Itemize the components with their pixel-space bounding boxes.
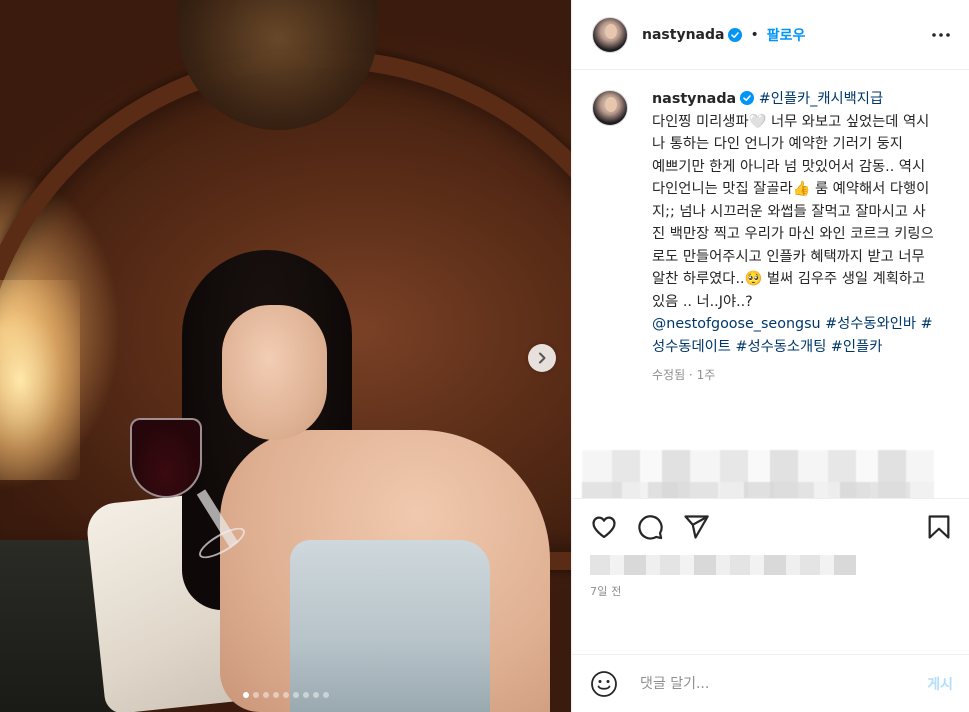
carousel-dot <box>282 692 289 698</box>
instagram-post: nastynada • 팔로우 nastynada #인플카_캐시백지급 다인찡… <box>0 0 969 712</box>
header-separator: • <box>750 26 759 43</box>
more-options-button[interactable] <box>929 23 953 47</box>
verified-badge-icon <box>740 91 755 105</box>
caption-avatar[interactable] <box>592 90 628 126</box>
caption-body-text: 다인찡 미리생파🤍 너무 와보고 싶었는데 역시나 통하는 다인 언니가 예약한… <box>652 113 934 310</box>
verified-badge-icon <box>728 27 743 42</box>
carousel-next-button[interactable] <box>528 344 556 372</box>
post-photo[interactable] <box>0 0 571 712</box>
blurred-likes <box>590 555 856 575</box>
mention-link[interactable]: @nestofgoose_seongsu <box>652 316 821 332</box>
emoji-icon <box>591 670 617 697</box>
carousel-dot <box>302 692 309 698</box>
blurred-comments-row <box>582 482 934 498</box>
carousel-dot <box>322 692 329 698</box>
avatar[interactable] <box>592 16 628 53</box>
username-link[interactable]: nastynada <box>642 27 724 43</box>
share-button[interactable] <box>682 513 710 541</box>
photo-face <box>222 305 327 440</box>
post-actions-section: 7일 전 <box>572 498 969 654</box>
carousel-dot <box>242 692 249 698</box>
carousel-dots <box>0 692 571 698</box>
comment-icon <box>638 515 663 540</box>
hashtag-link[interactable]: #인플카 <box>831 339 882 355</box>
hashtag-link[interactable]: #인플카_캐시백지급 <box>759 91 883 107</box>
caption-username[interactable]: nastynada <box>652 91 736 107</box>
like-button[interactable] <box>590 513 618 541</box>
caption-area: nastynada #인플카_캐시백지급 다인찡 미리생파🤍 너무 와보고 싶었… <box>572 70 969 498</box>
post-header: nastynada • 팔로우 <box>572 0 969 70</box>
carousel-dot <box>262 692 269 698</box>
heart-icon <box>592 516 616 539</box>
post-side-panel: nastynada • 팔로우 nastynada #인플카_캐시백지급 다인찡… <box>571 0 969 712</box>
post-timestamp[interactable]: 7일 전 <box>590 583 953 599</box>
hashtag-link[interactable]: #성수동와인바 <box>825 316 916 332</box>
bookmark-icon <box>928 515 950 539</box>
more-horizontal-icon <box>932 32 950 37</box>
caption-text: nastynada #인플카_캐시백지급 다인찡 미리생파🤍 너무 와보고 싶었… <box>652 88 934 358</box>
hashtag-link[interactable]: #성수동소개팅 <box>735 339 826 355</box>
carousel-dot <box>312 692 319 698</box>
carousel-dot <box>272 692 279 698</box>
photo-lamp <box>0 280 80 480</box>
photo-wine-glass <box>130 418 202 498</box>
action-bar <box>590 513 953 541</box>
share-icon <box>684 515 709 539</box>
chevron-right-icon <box>539 352 546 364</box>
comment-input[interactable] <box>640 675 928 692</box>
comment-box: 게시 <box>572 654 969 712</box>
save-button[interactable] <box>925 513 953 541</box>
caption-row: nastynada #인플카_캐시백지급 다인찡 미리생파🤍 너무 와보고 싶었… <box>592 88 953 358</box>
photo-top <box>290 540 490 712</box>
follow-button[interactable]: 팔로우 <box>767 25 806 45</box>
post-comment-button[interactable]: 게시 <box>927 674 953 694</box>
emoji-button[interactable] <box>590 670 618 698</box>
caption-meta: 수정됨 · 1주 <box>652 368 716 382</box>
comment-button[interactable] <box>636 513 664 541</box>
carousel-dot <box>252 692 259 698</box>
carousel-dot <box>292 692 299 698</box>
